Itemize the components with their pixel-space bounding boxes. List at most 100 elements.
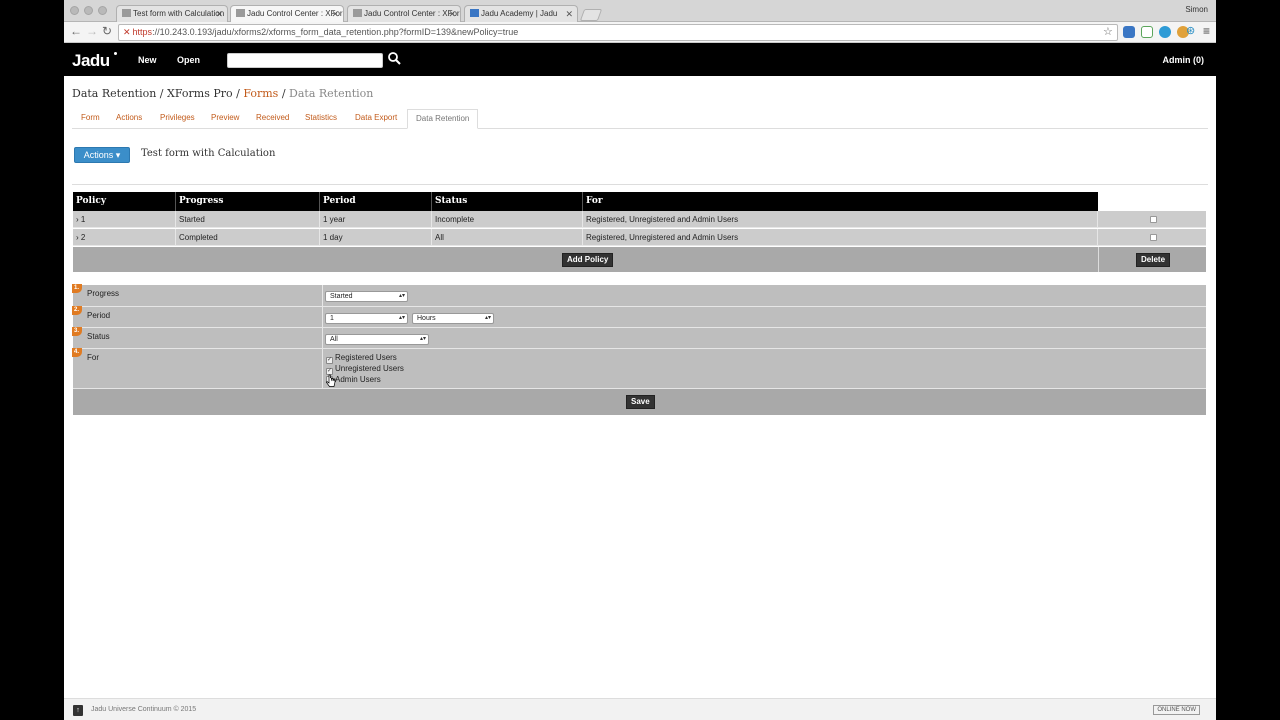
- period-number-select[interactable]: 1 ▴▾: [325, 313, 408, 324]
- field-label: Period: [87, 311, 111, 320]
- option-label: Admin Users: [335, 375, 381, 384]
- window-zoom-icon[interactable]: [98, 6, 107, 15]
- nav-new-link[interactable]: New: [138, 55, 157, 65]
- admin-menu[interactable]: Admin (0): [1163, 55, 1205, 65]
- drive-extension-icon[interactable]: [1141, 26, 1153, 38]
- label-cell: 2. Period: [72, 306, 323, 327]
- tab-title: Test form with Calculation: [133, 9, 225, 18]
- period-unit-select[interactable]: Hours ▴▾: [412, 313, 494, 324]
- search-icon[interactable]: [387, 51, 401, 65]
- forward-arrow-icon[interactable]: →: [86, 24, 98, 38]
- breadcrumb-current: Data Retention: [289, 87, 374, 100]
- window-minimize-icon[interactable]: [84, 6, 93, 15]
- form-row-progress: 1. Progress Started ▴▾: [72, 284, 1206, 307]
- breadcrumb-link-forms[interactable]: Forms: [243, 87, 278, 100]
- tab-statistics[interactable]: Statistics: [305, 113, 337, 122]
- nav-open-link[interactable]: Open: [177, 55, 200, 65]
- policy-cell[interactable]: › 2: [73, 229, 176, 246]
- tab-data-export[interactable]: Data Export: [355, 113, 397, 122]
- mouse-pointer-icon: [326, 374, 336, 387]
- back-arrow-icon[interactable]: ←: [70, 24, 82, 38]
- select-arrows-icon: ▴▾: [419, 336, 426, 342]
- column-header-for: For: [586, 196, 603, 206]
- column-header-policy: Policy: [73, 192, 176, 211]
- table-row[interactable]: › 2 Completed 1 day All Registered, Unre…: [73, 229, 1206, 246]
- field-label: For: [87, 353, 99, 362]
- tab-close-icon[interactable]: ✕: [331, 6, 339, 22]
- policy-cell[interactable]: › 1: [73, 211, 176, 228]
- url-text: ://10.243.0.193/jadu/xforms2/xforms_form…: [152, 27, 519, 37]
- scroll-to-top-icon[interactable]: ↑: [73, 705, 83, 716]
- actions-dropdown-button[interactable]: Actions ▾: [74, 147, 130, 163]
- search-input[interactable]: [227, 53, 383, 68]
- unregistered-users-option[interactable]: ✓ Unregistered Users: [326, 364, 404, 375]
- tab-close-icon[interactable]: ✕: [565, 6, 573, 22]
- logo-mark-icon: [114, 52, 117, 55]
- table-header: Policy Progress Period Status For: [73, 192, 1098, 211]
- extension-icon[interactable]: ⊛: [1186, 24, 1195, 37]
- browser-toolbar: ← → ↻ ✕ https://10.243.0.193/jadu/xforms2…: [64, 22, 1216, 43]
- jadu-favicon-icon: [353, 9, 362, 17]
- bookmark-star-icon[interactable]: ☆: [1103, 25, 1113, 38]
- selected-value: Hours: [417, 315, 436, 322]
- option-label: Unregistered Users: [335, 364, 404, 373]
- label-cell: 4. For: [72, 348, 323, 388]
- row-select-checkbox[interactable]: [1150, 234, 1157, 241]
- registered-users-option[interactable]: ✓ Registered Users: [326, 353, 397, 364]
- for-cell: Registered, Unregistered and Admin Users: [583, 229, 1098, 246]
- browser-tab-active[interactable]: Jadu Control Center : XForm ✕: [230, 5, 344, 22]
- profile-name[interactable]: Simon: [1185, 5, 1208, 14]
- divider: [1098, 247, 1099, 272]
- step-badge: 3.: [72, 327, 82, 336]
- browser-tab-bar: Test form with Calculation ✕ Jadu Control…: [64, 0, 1216, 22]
- save-button[interactable]: Save: [626, 395, 655, 409]
- status-select[interactable]: All ▴▾: [325, 334, 429, 345]
- tab-privileges[interactable]: Privileges: [160, 113, 195, 122]
- breadcrumb: Data Retention / XForms Pro / Forms / Da…: [72, 87, 373, 100]
- tab-close-icon[interactable]: ✕: [215, 6, 223, 22]
- address-bar[interactable]: ✕ https://10.243.0.193/jadu/xforms2/xform…: [118, 24, 1118, 41]
- extension-icon[interactable]: [1123, 26, 1135, 38]
- jadu-logo[interactable]: Jadu: [72, 51, 110, 71]
- tab-close-icon[interactable]: ✕: [448, 6, 456, 22]
- tab-preview[interactable]: Preview: [211, 113, 239, 122]
- delete-button[interactable]: Delete: [1136, 253, 1171, 267]
- table-row[interactable]: › 1 Started 1 year Incomplete Registered…: [73, 211, 1206, 228]
- jadu-favicon-icon: [236, 9, 245, 17]
- registered-users-checkbox[interactable]: ✓: [326, 357, 333, 364]
- select-arrows-icon: ▴▾: [398, 315, 405, 321]
- browser-tab[interactable]: Jadu Control Center : XFor ✕: [347, 5, 461, 22]
- add-policy-button[interactable]: Add Policy: [562, 253, 614, 267]
- progress-select[interactable]: Started ▴▾: [325, 291, 408, 302]
- new-tab-button[interactable]: [579, 9, 603, 21]
- form-row-for: 4. For ✓ Registered Users ✓ Unregistered U…: [72, 348, 1206, 389]
- breadcrumb-item: Data Retention: [72, 87, 157, 100]
- table-footer: Add Policy Delete: [73, 247, 1206, 272]
- breadcrumb-separator: /: [232, 87, 244, 100]
- tab-received[interactable]: Received: [256, 113, 289, 122]
- browser-window: Test form with Calculation ✕ Jadu Control…: [64, 0, 1216, 720]
- select-arrows-icon: ▴▾: [484, 315, 491, 321]
- page-footer: ↑ Jadu Universe Continuum © 2015 ONLINE …: [64, 698, 1216, 720]
- browser-tab[interactable]: Test form with Calculation ✕: [116, 5, 228, 22]
- extension-icon[interactable]: [1159, 26, 1171, 38]
- jadu-favicon-icon: [122, 9, 131, 17]
- breadcrumb-separator: /: [278, 87, 290, 100]
- form-row-status: 3. Status All ▴▾: [72, 327, 1206, 349]
- column-header-period: Period: [320, 192, 432, 211]
- reload-icon[interactable]: ↻: [102, 24, 112, 38]
- breadcrumb-separator: /: [156, 87, 168, 100]
- chrome-menu-icon[interactable]: ≡: [1203, 24, 1210, 38]
- jadu-academy-favicon-icon: [470, 9, 479, 17]
- selected-value: All: [330, 336, 338, 343]
- tab-actions[interactable]: Actions: [116, 113, 142, 122]
- form-tabs: Form Actions Privileges Preview Received…: [72, 108, 1208, 129]
- window-close-icon[interactable]: [70, 6, 79, 15]
- tab-form[interactable]: Form: [81, 113, 100, 122]
- row-select-checkbox[interactable]: [1150, 216, 1157, 223]
- selected-value: Started: [330, 293, 353, 300]
- browser-tab[interactable]: Jadu Academy | Jadu ✕: [464, 5, 578, 22]
- selected-value: 1: [330, 315, 334, 322]
- step-badge: 4.: [72, 348, 82, 357]
- tab-data-retention[interactable]: Data Retention: [407, 109, 479, 129]
